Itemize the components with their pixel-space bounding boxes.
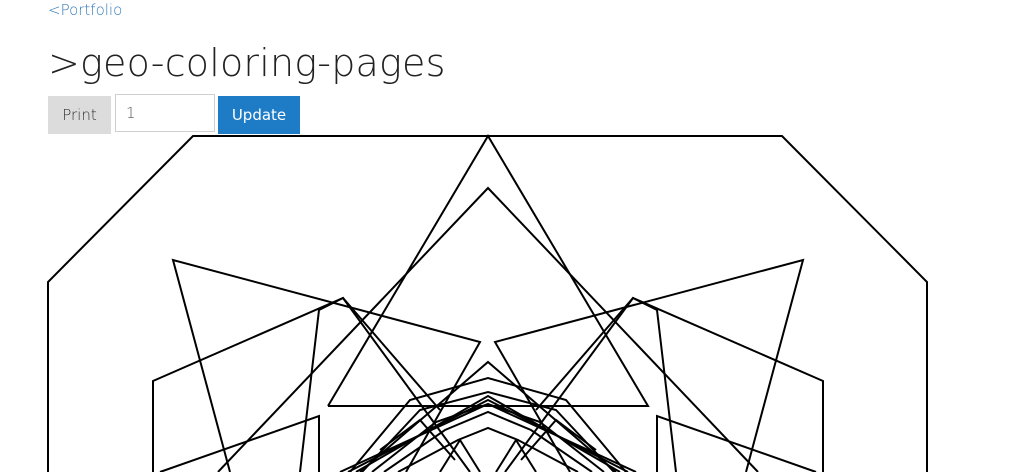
left-lower-triangle-shape [159, 414, 320, 472]
seed-input[interactable] [115, 94, 215, 132]
left-mid-kite-shape [152, 296, 471, 472]
left-kite-shape [171, 258, 482, 472]
fan-line-left-1 [355, 394, 621, 472]
update-button[interactable]: Update [218, 96, 300, 134]
right-mid-kite-shape [504, 296, 824, 472]
inner-diamond-left [439, 438, 481, 472]
inner-chevron-right [520, 418, 597, 461]
left-diamond-shape [299, 296, 441, 472]
rosette-layer-1 [349, 376, 627, 472]
right-lower-triangle-shape [656, 414, 817, 472]
inner-chevron-left [379, 418, 456, 461]
outer-octagon-shape [47, 135, 928, 472]
rosette-layer-3 [371, 402, 605, 472]
page-title: >geo-coloring-pages [48, 41, 446, 85]
fan-line-left-3 [339, 402, 637, 472]
print-button[interactable]: Print [48, 96, 111, 134]
rosette-layer-2 [361, 390, 615, 472]
large-triangle-shape [327, 134, 650, 407]
right-diamond-shape [535, 296, 677, 472]
rosette-layer-4 [383, 410, 593, 472]
right-kite-shape [493, 258, 805, 472]
portfolio-back-link[interactable]: <Portfolio [48, 0, 122, 20]
inner-diamond-right [495, 438, 537, 472]
rosette-layer-5 [397, 426, 579, 472]
inner-triangle-shape [217, 186, 759, 472]
rosette-star-shape [359, 360, 617, 472]
fan-line-left-2 [347, 398, 629, 472]
